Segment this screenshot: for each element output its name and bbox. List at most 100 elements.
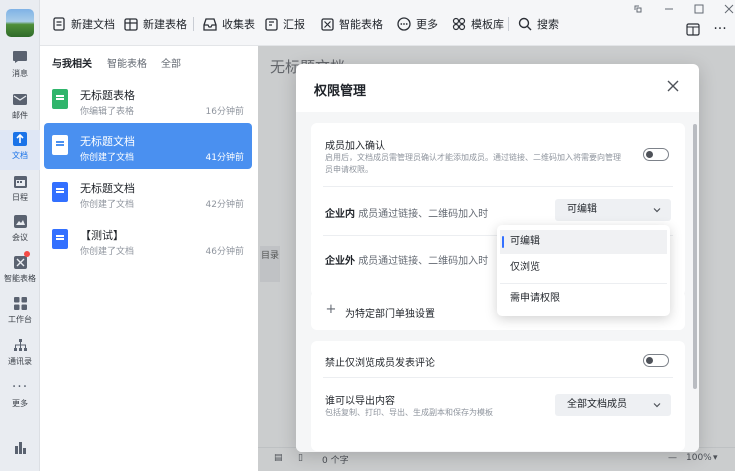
rail-item-stats[interactable] bbox=[0, 438, 40, 471]
new-sheet-button[interactable]: 新建表格 bbox=[124, 15, 187, 33]
rail-label: 日程 bbox=[12, 193, 28, 202]
option-request-permission[interactable]: 需申请权限 bbox=[500, 287, 667, 311]
new-doc-icon bbox=[52, 17, 66, 31]
forbid-comment-toggle[interactable] bbox=[643, 354, 669, 367]
doc-list-pane: 与我相关 智能表格 全部 无标题表格 你编辑了表格 16分钟前 无标题文档 你创… bbox=[40, 46, 258, 471]
list-item-title: 无标题文档 bbox=[80, 182, 135, 195]
export-permission-value: 全部文档成员 bbox=[567, 399, 627, 410]
doc-icon bbox=[11, 130, 29, 148]
templates-label: 模板库 bbox=[471, 18, 504, 31]
rail-item-meeting[interactable]: 会议 bbox=[0, 212, 40, 252]
list-item-time: 42分钟前 bbox=[205, 200, 244, 210]
internal-desc: 成员通过链接、二维码加入时 bbox=[358, 209, 489, 220]
collect-form-label: 收集表 bbox=[222, 18, 255, 31]
maximize-icon[interactable] bbox=[692, 2, 706, 16]
divider bbox=[323, 186, 673, 187]
dialog-scrollbar[interactable] bbox=[693, 124, 697, 389]
new-doc-button[interactable]: 新建文档 bbox=[52, 15, 115, 33]
rail-item-more[interactable]: ··· 更多 bbox=[0, 378, 40, 418]
rail-item-messages[interactable]: 消息 bbox=[0, 48, 40, 88]
export-desc: 包括复制、打印、导出、生成副本和保存为模板 bbox=[325, 408, 493, 417]
report-icon bbox=[264, 17, 278, 31]
rail-label: 更多 bbox=[12, 399, 28, 408]
list-item-subtitle: 你创建了文档 bbox=[80, 200, 135, 210]
chevron-down-icon bbox=[653, 403, 661, 408]
internal-permission-select[interactable]: 可编辑 bbox=[555, 199, 671, 221]
external-desc: 成员通过链接、二维码加入时 bbox=[358, 256, 489, 267]
rail-item-mail[interactable]: 邮件 bbox=[0, 90, 40, 130]
list-item-subtitle: 你编辑了表格 bbox=[80, 107, 135, 117]
join-confirm-desc: 启用后，文档成员需管理员确认才能添加成员。通过链接、二维码加入将需要向管理员申请… bbox=[325, 153, 621, 174]
list-item[interactable]: 【测试】 你创建了文档 46分钟前 bbox=[44, 217, 252, 263]
rail-item-smart-table[interactable]: 智能表格 bbox=[0, 251, 40, 293]
top-toolbar: 新建文档 新建表格 收集表 汇报 智能表格 更多 模板库 搜索 ··· bbox=[40, 0, 735, 46]
rail-item-contacts[interactable]: 通讯录 bbox=[0, 336, 40, 376]
export-permission-select[interactable]: 全部文档成员 bbox=[555, 394, 671, 416]
dept-setting-label: 为特定部门单独设置 bbox=[345, 309, 435, 320]
join-confirm-title: 成员加入确认 bbox=[325, 141, 385, 152]
internal-permission-value: 可编辑 bbox=[567, 204, 597, 215]
option-view-only[interactable]: 仅浏览 bbox=[500, 256, 667, 280]
new-sheet-label: 新建表格 bbox=[143, 18, 187, 31]
search-label: 搜索 bbox=[537, 18, 559, 31]
smart-table-button[interactable]: 智能表格 bbox=[320, 15, 383, 33]
rail-label: 智能表格 bbox=[4, 274, 36, 283]
list-item-title: 【测试】 bbox=[80, 229, 124, 242]
new-doc-label: 新建文档 bbox=[71, 18, 115, 31]
list-item[interactable]: 无标题文档 你创建了文档 42分钟前 bbox=[44, 170, 252, 216]
workbench-icon bbox=[11, 294, 29, 312]
tab-related[interactable]: 与我相关 bbox=[52, 55, 92, 70]
export-title: 谁可以导出内容 bbox=[325, 396, 395, 407]
rail-item-workbench[interactable]: 工作台 bbox=[0, 294, 40, 334]
rail-item-docs[interactable]: 文档 bbox=[0, 130, 40, 170]
rail-item-calendar[interactable]: 日程 bbox=[0, 172, 40, 212]
plus-icon: + bbox=[325, 302, 337, 317]
rail-label: 邮件 bbox=[12, 111, 28, 120]
menu-more-icon[interactable]: ··· bbox=[712, 21, 728, 37]
smart-table-icon bbox=[320, 17, 334, 31]
list-item-title: 无标题文档 bbox=[80, 135, 135, 148]
list-item[interactable]: 无标题表格 你编辑了表格 16分钟前 bbox=[44, 77, 252, 123]
avatar[interactable] bbox=[6, 9, 34, 37]
rail-label: 会议 bbox=[12, 233, 28, 242]
smart-table-label: 智能表格 bbox=[339, 18, 383, 31]
rail-label: 文档 bbox=[12, 151, 28, 160]
internal-join-row: 企业内 成员通过链接、二维码加入时 bbox=[325, 205, 488, 220]
close-window-icon[interactable] bbox=[722, 2, 735, 16]
doc-file-icon bbox=[52, 182, 68, 202]
chevron-down-icon bbox=[653, 208, 661, 213]
list-item-subtitle: 你创建了文档 bbox=[80, 153, 135, 163]
collect-form-button[interactable]: 收集表 bbox=[203, 15, 255, 33]
more-button[interactable]: 更多 bbox=[397, 15, 438, 33]
rail-label: 通讯录 bbox=[8, 357, 32, 366]
panel-layout-icon[interactable] bbox=[685, 21, 701, 37]
templates-button[interactable]: 模板库 bbox=[452, 15, 504, 33]
external-label: 企业外 bbox=[325, 256, 355, 267]
report-button[interactable]: 汇报 bbox=[264, 15, 305, 33]
contacts-icon bbox=[11, 336, 29, 354]
forbid-comment-label: 禁止仅浏览成员发表评论 bbox=[325, 358, 435, 369]
list-item-time: 16分钟前 bbox=[205, 107, 244, 117]
mail-icon bbox=[11, 90, 29, 108]
tab-smart-table[interactable]: 智能表格 bbox=[107, 55, 147, 70]
list-item-time: 46分钟前 bbox=[205, 247, 244, 257]
join-confirm-toggle[interactable] bbox=[643, 148, 669, 161]
rail-label: 消息 bbox=[12, 69, 28, 78]
divider bbox=[323, 377, 673, 378]
inbox-icon bbox=[203, 17, 217, 31]
close-icon[interactable] bbox=[665, 78, 681, 94]
tab-all[interactable]: 全部 bbox=[161, 55, 181, 70]
restore-window-icon[interactable] bbox=[631, 2, 645, 16]
search-icon bbox=[518, 17, 532, 31]
doc-file-icon bbox=[52, 135, 68, 155]
list-item-time: 41分钟前 bbox=[205, 153, 244, 163]
list-item-title: 无标题表格 bbox=[80, 89, 135, 102]
list-item[interactable]: 无标题文档 你创建了文档 41分钟前 bbox=[44, 123, 252, 169]
search-button[interactable]: 搜索 bbox=[518, 15, 559, 33]
minimize-icon[interactable] bbox=[662, 2, 676, 16]
sheet-icon bbox=[124, 17, 138, 31]
external-join-row: 企业外 成员通过链接、二维码加入时 bbox=[325, 252, 488, 267]
more-dots-icon: ··· bbox=[11, 379, 29, 395]
option-can-edit[interactable]: 可编辑 bbox=[500, 230, 667, 254]
toolbar-divider bbox=[508, 17, 509, 31]
